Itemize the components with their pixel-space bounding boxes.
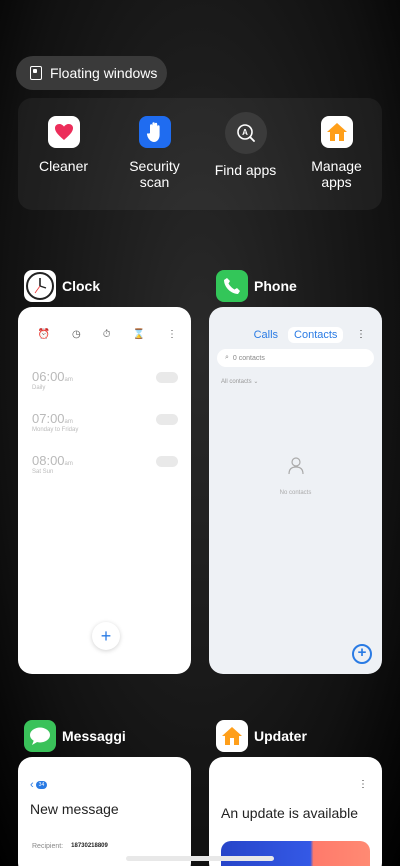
all-contacts-filter[interactable]: All contacts ⌄ — [221, 378, 258, 385]
clock-tabs: ⏰ ◷ ⏱ ⌛ ⋮ — [18, 329, 191, 340]
update-title: An update is available — [221, 805, 358, 821]
clock-icon — [24, 270, 56, 302]
tab-contacts[interactable]: Contacts — [288, 327, 344, 343]
alarm-ampm: am — [64, 461, 73, 467]
quick-actions-panel: Cleaner Security scan A Find apps Manage… — [18, 98, 382, 210]
world-clock-tab-icon[interactable]: ◷ — [72, 329, 81, 340]
floating-window-icon — [30, 66, 42, 80]
clock-app-header[interactable]: Clock — [24, 270, 100, 302]
apple-logo-icon: iO — [169, 767, 191, 808]
alarm-item[interactable]: 06:00am Daily — [32, 369, 178, 391]
all-contacts-label: All contacts — [221, 379, 252, 385]
alarm-item[interactable]: 08:00am Sat Sun — [32, 453, 178, 475]
home-indicator[interactable] — [126, 856, 274, 861]
alarm-repeat: Monday to Friday — [32, 427, 79, 433]
recipient-field[interactable]: Recipient: 18730218809 — [32, 843, 108, 850]
unread-badge: 34 — [35, 781, 48, 789]
alarm-ampm: am — [64, 377, 73, 383]
timer-tab-icon[interactable]: ⌛ — [133, 329, 145, 340]
floating-windows-label: Floating windows — [50, 65, 158, 81]
alarm-item[interactable]: 07:00am Monday to Friday — [32, 411, 178, 433]
alarm-toggle[interactable] — [156, 414, 178, 425]
contacts-search-input[interactable]: ⌕ 0 contacts — [217, 349, 374, 367]
more-icon[interactable]: ⋮ — [167, 329, 177, 340]
cleaner-button[interactable]: Cleaner — [22, 116, 106, 174]
svg-text:A: A — [242, 128, 248, 137]
updater-app-card[interactable]: ⋮ An update is available — [209, 757, 382, 866]
tab-calls[interactable]: Calls — [248, 327, 284, 343]
phone-app-header[interactable]: Phone — [216, 270, 297, 302]
search-apps-icon: A — [224, 112, 267, 154]
alarm-repeat: Daily — [32, 385, 46, 391]
messages-app-header[interactable]: Messaggi — [24, 720, 126, 752]
alarm-repeat: Sat Sun — [32, 469, 54, 475]
empty-state: No contacts — [209, 457, 382, 499]
alarm-time: 06:00 — [32, 369, 65, 384]
more-icon[interactable]: ⋮ — [358, 779, 368, 790]
manage-apps-button[interactable]: Manage apps — [295, 116, 379, 190]
hand-shield-icon — [138, 116, 171, 148]
clock-app-name: Clock — [62, 278, 101, 294]
recipient-number: 18730218809 — [71, 843, 108, 849]
person-icon — [287, 457, 304, 475]
find-apps-button[interactable]: A Find apps — [204, 112, 288, 178]
house-icon — [320, 116, 353, 148]
phone-icon — [216, 270, 248, 302]
updater-app-name: Updater — [254, 728, 307, 744]
security-scan-button[interactable]: Security scan — [113, 116, 197, 190]
alarm-toggle[interactable] — [156, 372, 178, 383]
recipient-label: Recipient: — [32, 843, 64, 850]
back-button[interactable]: ‹ 34 — [30, 779, 48, 791]
phone-app-card[interactable]: Calls Contacts ⋮ ⌕ 0 contacts All contac… — [209, 307, 382, 674]
new-message-title: New message — [30, 801, 119, 817]
alarm-time: 07:00 — [32, 411, 65, 426]
chat-bubble-icon — [24, 720, 56, 752]
alarm-ampm: am — [64, 419, 73, 425]
add-alarm-button[interactable]: + — [92, 622, 120, 650]
alarm-time: 08:00 — [32, 453, 65, 468]
alarm-tab-icon[interactable]: ⏰ — [38, 329, 50, 340]
heart-icon — [47, 116, 80, 148]
search-icon: ⌕ — [225, 354, 229, 361]
chevron-left-icon: ‹ — [30, 779, 34, 791]
more-icon[interactable]: ⋮ — [356, 329, 366, 340]
alarm-toggle[interactable] — [156, 456, 178, 467]
search-placeholder: 0 contacts — [232, 354, 265, 362]
stopwatch-tab-icon[interactable]: ⏱ — [103, 329, 111, 340]
update-banner-image — [221, 841, 370, 866]
clock-app-card[interactable]: ⏰ ◷ ⏱ ⌛ ⋮ 06:00am Daily 07:00am Monday t… — [18, 307, 191, 674]
house-icon — [216, 720, 248, 752]
messages-app-card[interactable]: ‹ 34 New message Recipient: 18730218809 … — [18, 757, 191, 866]
phone-app-name: Phone — [254, 278, 297, 294]
updater-app-header[interactable]: Updater — [216, 720, 307, 752]
no-contacts-text: No contacts — [279, 490, 312, 496]
messages-app-name: Messaggi — [62, 728, 126, 744]
add-contact-button[interactable]: + — [352, 644, 372, 664]
floating-windows-button[interactable]: Floating windows — [16, 56, 167, 90]
